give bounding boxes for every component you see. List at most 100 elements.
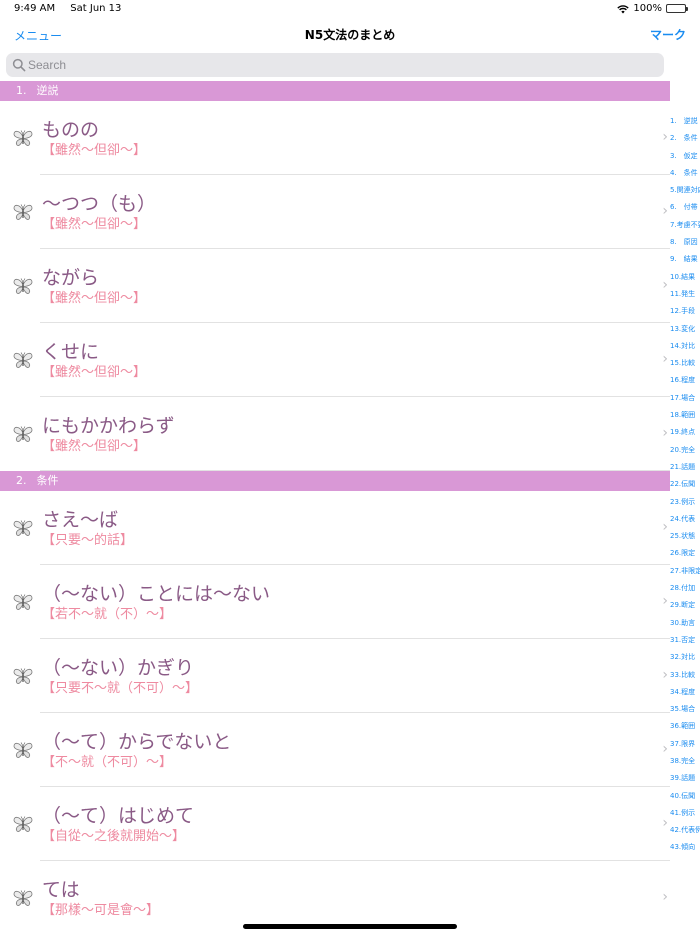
grammar-title: 〜つつ（も）: [42, 193, 157, 215]
list-item[interactable]: （〜て）はじめて 【自從〜之後就開始〜】 ›: [0, 787, 670, 861]
index-item[interactable]: 32.対比: [668, 649, 700, 666]
wifi-icon: [617, 4, 630, 13]
list-item[interactable]: さえ〜ば 【只要〜的話】 ›: [0, 491, 670, 565]
list-item[interactable]: ながら 【雖然〜但卻〜】 ›: [0, 249, 670, 323]
status-date: Sat Jun 13: [70, 3, 122, 14]
list-item[interactable]: （〜ない）ことには〜ない 【若不〜就（不）〜】 ›: [0, 565, 670, 639]
index-item[interactable]: 42.代表例: [668, 822, 700, 839]
list-item[interactable]: にもかかわらず 【雖然〜但卻〜】 ›: [0, 397, 670, 471]
index-item[interactable]: 22.伝聞: [668, 476, 700, 493]
butterfly-icon: [12, 813, 34, 835]
index-item[interactable]: 18.範囲: [668, 407, 700, 424]
index-item[interactable]: 12.手段: [668, 303, 700, 320]
index-item[interactable]: 17.場合: [668, 390, 700, 407]
grammar-meaning: 【只要〜的話】: [42, 533, 134, 548]
butterfly-icon: [12, 591, 34, 613]
index-item[interactable]: 21.話題: [668, 459, 700, 476]
index-item[interactable]: 3. 仮定: [668, 148, 700, 165]
butterfly-icon: [12, 517, 34, 539]
grammar-title: （〜て）からでないと: [42, 731, 232, 753]
index-item[interactable]: 30.助言: [668, 615, 700, 632]
page-title: N5文法のまとめ: [304, 28, 396, 42]
index-item[interactable]: 13.変化: [668, 321, 700, 338]
index-item[interactable]: 23.例示: [668, 494, 700, 511]
grammar-title: ながら: [42, 267, 100, 289]
home-indicator[interactable]: [243, 924, 457, 929]
index-item[interactable]: 34.程度: [668, 684, 700, 701]
index-item[interactable]: 15.比較: [668, 355, 700, 372]
index-item[interactable]: 14.対比: [668, 338, 700, 355]
search-input[interactable]: [28, 53, 648, 77]
grammar-meaning: 【雖然〜但卻〜】: [42, 439, 147, 454]
grammar-title: さえ〜ば: [42, 509, 119, 531]
grammar-title: （〜ない）ことには〜ない: [42, 583, 271, 605]
section-number: 1.: [16, 84, 27, 97]
butterfly-icon: [12, 423, 34, 445]
grammar-title: くせに: [42, 341, 100, 363]
index-item[interactable]: 5.関連対応: [668, 182, 700, 199]
mark-button[interactable]: マーク: [650, 26, 686, 43]
index-item[interactable]: 37.限界: [668, 736, 700, 753]
index-item[interactable]: 20.完全: [668, 442, 700, 459]
index-item[interactable]: 8. 原因: [668, 234, 700, 251]
grammar-list: 1. 逆説 ものの 【雖然〜但卻〜】 › 〜つつ（も） 【雖然〜但卻〜】 › ながら 【雖然〜但卻…: [0, 81, 670, 934]
grammar-meaning: 【不〜就（不可）〜】: [42, 755, 173, 770]
search-bar[interactable]: [6, 53, 664, 77]
section-index[interactable]: 1. 逆説2. 条件3. 仮定4. 条件5.関連対応6. 付帯7.考慮不要8. …: [668, 113, 700, 857]
index-item[interactable]: 40.伝聞: [668, 788, 700, 805]
index-item[interactable]: 31.否定: [668, 632, 700, 649]
grammar-title: （〜ない）かぎり: [42, 657, 195, 679]
index-item[interactable]: 1. 逆説: [668, 113, 700, 130]
butterfly-icon: [12, 739, 34, 761]
index-item[interactable]: 35.場合: [668, 701, 700, 718]
index-item[interactable]: 16.程度: [668, 372, 700, 389]
index-item[interactable]: 36.範囲: [668, 718, 700, 735]
index-item[interactable]: 24.代表: [668, 511, 700, 528]
index-item[interactable]: 11.発生: [668, 286, 700, 303]
section-header: 1. 逆説: [0, 81, 670, 101]
section-name: 逆説: [36, 84, 59, 97]
grammar-title: にもかかわらず: [42, 415, 175, 437]
list-item[interactable]: ものの 【雖然〜但卻〜】 ›: [0, 101, 670, 175]
grammar-meaning: 【雖然〜但卻〜】: [42, 365, 147, 380]
status-time: 9:49 AM: [14, 3, 56, 14]
list-item[interactable]: 〜つつ（も） 【雖然〜但卻〜】 ›: [0, 175, 670, 249]
section-name: 条件: [36, 474, 59, 487]
status-bar: 9:49 AM Sat Jun 13 100%: [0, 0, 700, 18]
index-item[interactable]: 9. 結果: [668, 251, 700, 268]
butterfly-icon: [12, 887, 34, 909]
index-item[interactable]: 28.付加: [668, 580, 700, 597]
grammar-meaning: 【雖然〜但卻〜】: [42, 217, 147, 232]
butterfly-icon: [12, 349, 34, 371]
index-item[interactable]: 29.断定: [668, 597, 700, 614]
list-item[interactable]: （〜て）からでないと 【不〜就（不可）〜】 ›: [0, 713, 670, 787]
index-item[interactable]: 6. 付帯: [668, 199, 700, 216]
grammar-meaning: 【若不〜就（不）〜】: [42, 607, 173, 622]
list-item[interactable]: （〜ない）かぎり 【只要不〜就（不可）〜】 ›: [0, 639, 670, 713]
index-item[interactable]: 25.状態: [668, 528, 700, 545]
index-item[interactable]: 7.考慮不要: [668, 217, 700, 234]
index-item[interactable]: 26.限定: [668, 545, 700, 562]
grammar-meaning: 【雖然〜但卻〜】: [42, 143, 147, 158]
index-item[interactable]: 39.話題: [668, 770, 700, 787]
section-number: 2.: [16, 474, 27, 487]
index-item[interactable]: 41.例示: [668, 805, 700, 822]
butterfly-icon: [12, 127, 34, 149]
grammar-meaning: 【那樣〜可是會〜】: [42, 903, 160, 918]
index-item[interactable]: 38.完全: [668, 753, 700, 770]
butterfly-icon: [12, 275, 34, 297]
index-item[interactable]: 33.比較: [668, 667, 700, 684]
chevron-right-icon: ›: [662, 889, 668, 905]
list-item[interactable]: くせに 【雖然〜但卻〜】 ›: [0, 323, 670, 397]
section-header: 2. 条件: [0, 471, 670, 491]
battery-percent: 100%: [633, 3, 662, 14]
grammar-title: （〜て）はじめて: [42, 805, 195, 827]
index-item[interactable]: 2. 条件: [668, 130, 700, 147]
grammar-title: ては: [42, 879, 80, 901]
index-item[interactable]: 10.結果: [668, 269, 700, 286]
grammar-meaning: 【雖然〜但卻〜】: [42, 291, 147, 306]
index-item[interactable]: 4. 条件: [668, 165, 700, 182]
index-item[interactable]: 27.非限定: [668, 563, 700, 580]
index-item[interactable]: 43.傾向: [668, 839, 700, 856]
index-item[interactable]: 19.終点: [668, 424, 700, 441]
